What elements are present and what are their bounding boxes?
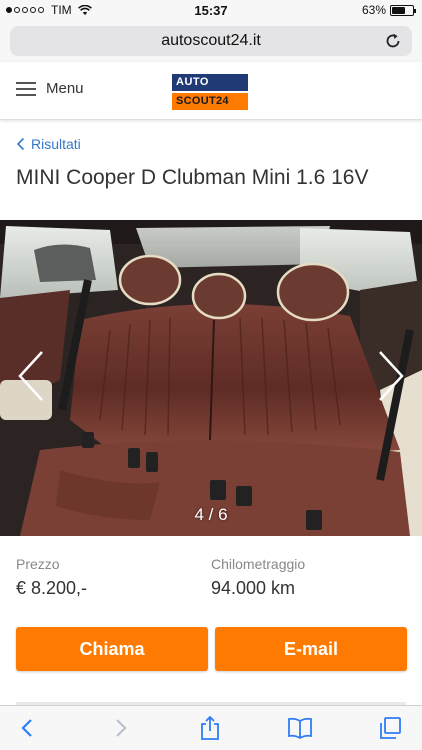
back-to-results-link[interactable]: Risultati — [16, 136, 81, 152]
gallery-counter: 4 / 6 — [194, 505, 228, 524]
browser-toolbar — [0, 705, 422, 750]
tabs-icon[interactable] — [376, 714, 404, 742]
logo-text-auto: AUTO — [172, 74, 248, 91]
back-arrow-icon[interactable] — [14, 714, 42, 742]
url-text: autoscout24.it — [161, 32, 261, 49]
battery-fill — [392, 6, 405, 14]
menu-button[interactable]: Menu — [16, 80, 84, 97]
price-spec: Prezzo € 8.200,- — [16, 556, 87, 599]
logo-text-scout24: SCOUT24 — [172, 93, 248, 110]
hamburger-icon — [16, 81, 36, 96]
autoscout24-logo[interactable]: AUTO SCOUT24 — [172, 74, 248, 110]
browser-address-area: autoscout24.it — [0, 22, 422, 62]
share-icon[interactable] — [196, 714, 224, 742]
menu-label: Menu — [46, 80, 84, 97]
site-header: Menu AUTO SCOUT24 — [0, 62, 422, 120]
photo-gallery[interactable] — [0, 220, 422, 536]
price-value: € 8.200,- — [16, 578, 88, 598]
reload-icon[interactable] — [384, 32, 402, 50]
listing-title: MINI Cooper D Clubman Mini 1.6 16V — [16, 166, 369, 189]
car-interior-photo — [0, 220, 422, 536]
email-button[interactable]: E-mail — [215, 627, 407, 671]
bookmarks-icon[interactable] — [286, 714, 314, 742]
battery-area: 63% — [361, 3, 416, 17]
gallery-prev-button[interactable] — [16, 348, 46, 404]
battery-percent: 63% — [361, 3, 386, 17]
status-bar: TIM 15:37 63% — [0, 0, 422, 22]
price-label: Prezzo — [16, 556, 60, 572]
gallery-next-button[interactable] — [376, 348, 406, 404]
breadcrumb-label: Risultati — [31, 136, 81, 152]
clock: 15:37 — [194, 3, 228, 18]
call-button[interactable]: Chiama — [16, 627, 208, 671]
address-bar[interactable]: autoscout24.it — [10, 26, 412, 56]
mileage-value: 94.000 km — [211, 578, 296, 598]
mileage-spec: Chilometraggio 94.000 km — [211, 556, 305, 599]
mileage-label: Chilometraggio — [211, 556, 306, 572]
chevron-left-icon — [16, 137, 25, 151]
battery-icon — [390, 4, 416, 16]
forward-arrow-icon[interactable] — [106, 714, 134, 742]
